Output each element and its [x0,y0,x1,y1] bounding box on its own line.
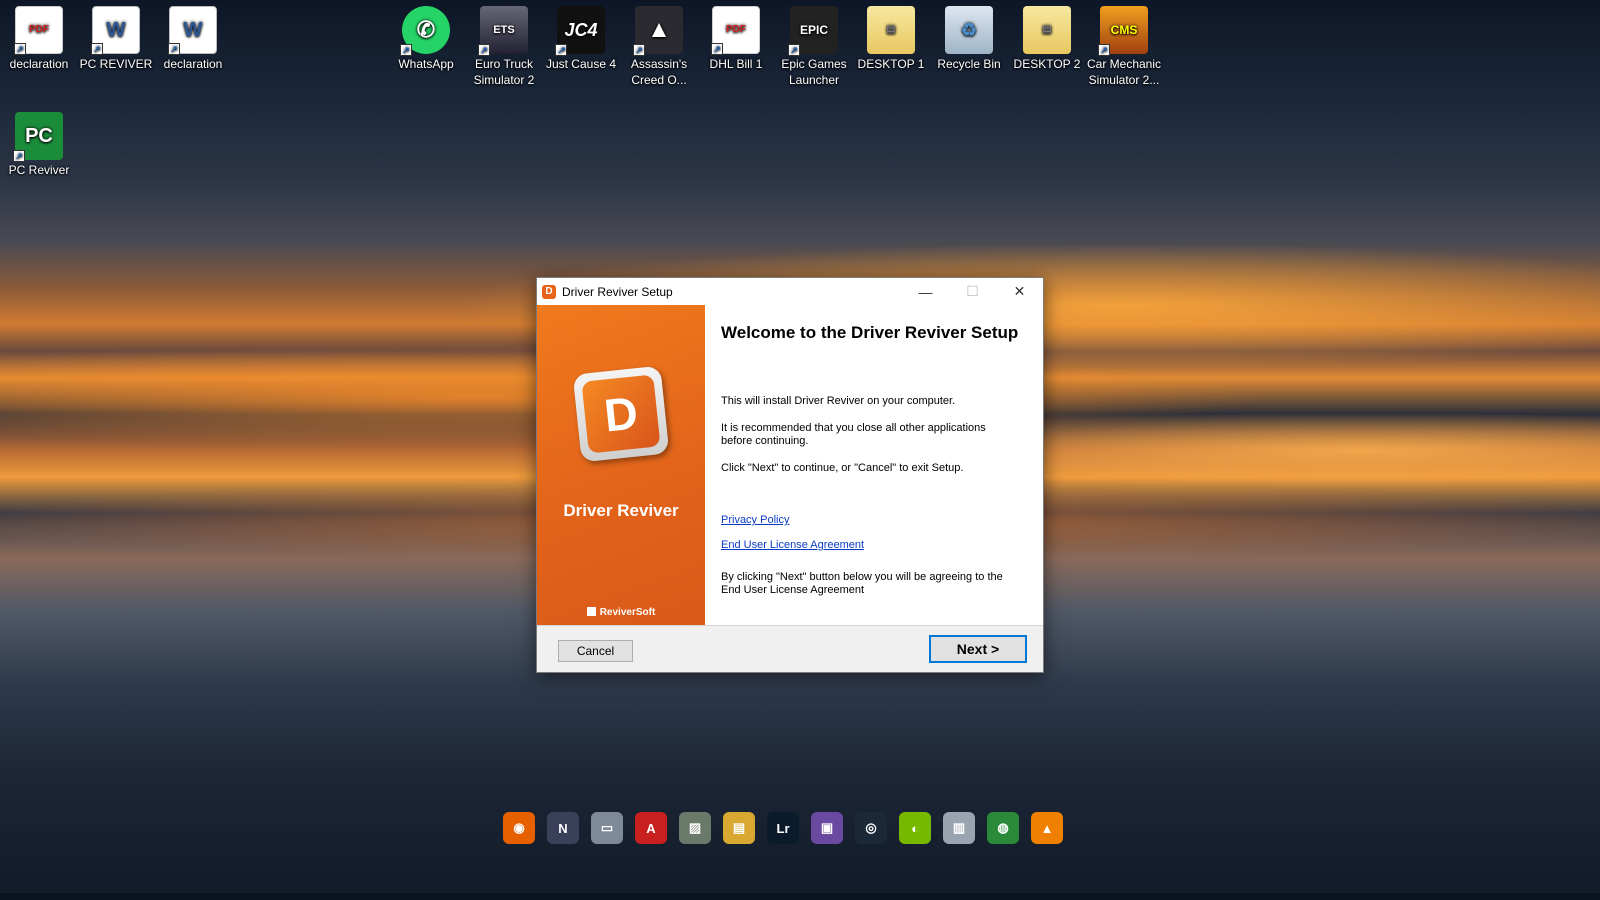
vendor-label: ReviverSoft [537,607,705,618]
desktop-icon-label: DHL Bill 1 [709,57,763,71]
welcome-content: Welcome to the Driver Reviver Setup This… [721,322,1021,596]
install-text: This will install Driver Reviver on your… [721,395,956,407]
nexus-icon[interactable]: N [547,812,579,844]
desktop-icon-recycle-bin[interactable]: ♻ Recycle Bin [930,2,1008,72]
driver-reviver-logo-icon: D [572,365,670,463]
desktop-icon-whatsapp[interactable]: ✆ ↗ WhatsApp [387,2,465,72]
desktop-icon-desktop-2[interactable]: ▤ DESKTOP 2 [1008,2,1086,72]
vendor-name: ReviverSoft [599,607,656,618]
shortcut-arrow-icon: ↗ [1098,44,1110,56]
recycle-bin-icon: ♻ [945,6,993,54]
just-cause-icon: JC4 ↗ [555,6,605,56]
folder-icon: ▤ [1023,6,1071,54]
folder-tree-icon[interactable]: ▤ [723,812,755,844]
shortcut-arrow-icon: ↗ [13,150,25,162]
trash-icon[interactable]: ▥ [943,812,975,844]
desktop-icon-declaration-pdf[interactable]: PDF ↗ declaration [0,2,78,72]
shortcut-arrow-icon: ↗ [400,44,412,56]
folder-icon: ▤ [867,6,915,54]
shortcut-arrow-icon: ↗ [91,43,103,55]
desktop-icon-label: Recycle Bin [937,57,1001,71]
pc-reviver-icon: PC ↗ [13,112,63,162]
desktop-icon-pc-reviver[interactable]: PC ↗ PC Reviver [0,108,78,178]
maximize-button: ☐ [966,283,979,299]
desktop-icon-dhl-bill[interactable]: PDF ↗ DHL Bill 1 [697,2,775,72]
recommend-text: It is recommended that you close all oth… [721,422,986,447]
welcome-heading: Welcome to the Driver Reviver Setup [721,323,1019,342]
dialog-title: Driver Reviver Setup [562,284,673,299]
brand-name: Driver Reviver [563,501,679,520]
agreement-text: By clicking "Next" button below you will… [721,571,1003,596]
whatsapp-icon: ✆ ↗ [400,6,450,56]
desktop-icon-label: PC Reviver [8,163,70,177]
eula-link[interactable]: End User License Agreement [721,539,864,551]
shortcut-arrow-icon: ↗ [633,44,645,56]
desktop-icon-label: DESKTOP 2 [1013,57,1081,71]
dialog-titlebar[interactable]: D Driver Reviver Setup — ☐ ✕ [537,278,1043,305]
epic-games-icon: EPIC ↗ [788,6,838,56]
acrobat-icon[interactable]: A [635,812,667,844]
drive-icon[interactable]: ▭ [591,812,623,844]
desktop-icon-euro-truck[interactable]: ETS ↗ Euro Truck Simulator 2 [465,2,543,88]
minimize-button[interactable]: — [902,278,949,305]
pdf-file-icon: PDF ↗ [14,6,63,55]
pdf-file-icon: PDF ↗ [711,6,760,55]
desktop-icon-car-mechanic[interactable]: CMS ↗ Car Mechanic Simulator 2... [1085,2,1163,88]
car-mechanic-icon: CMS ↗ [1098,6,1148,56]
desktop-icon-label: DESKTOP 1 [857,57,925,71]
word-document-icon: W ↗ [91,6,140,55]
driver-reviver-app-icon: D [542,284,556,299]
desktop-icon-label: declaration [163,57,223,71]
desktop-icon-label: PC REVIVER [79,57,153,71]
desktop-icon-just-cause[interactable]: JC4 ↗ Just Cause 4 [542,2,620,72]
desktop-icon-assassins-creed[interactable]: ▲ ↗ Assassin's Creed O... [620,2,698,88]
shortcut-arrow-icon: ↗ [711,43,723,55]
desktop-icon-label: Just Cause 4 [545,57,617,71]
desktop-icon-label: Epic Games Launcher [781,57,847,87]
vlc-icon[interactable]: ▲ [1031,812,1063,844]
desktop-icon-label: declaration [9,57,69,71]
desktop-icon-label: Car Mechanic Simulator 2... [1086,57,1162,87]
shortcut-arrow-icon: ↗ [14,43,26,55]
shortcut-arrow-icon: ↗ [478,44,490,56]
desktop-icon-pc-reviver-doc[interactable]: W ↗ PC REVIVER [77,2,155,72]
dock: ◉ N ▭ A ▨ ▤ Lr ▣ ◎ ◐ ▥ ◍ ▲ [503,812,1063,844]
firefox-icon[interactable]: ◉ [503,812,535,844]
image-viewer-icon[interactable]: ▨ [679,812,711,844]
screen-bottom-edge [0,893,1600,900]
desktop-icon-label: WhatsApp [398,57,454,71]
nvidia-icon[interactable]: ◐ [899,812,931,844]
word-document-icon: W ↗ [168,6,217,55]
lightroom-icon[interactable]: Lr [767,812,799,844]
setup-dialog: D Driver Reviver Setup — ☐ ✕ D Driver Re… [536,277,1044,673]
assassins-creed-icon: ▲ ↗ [633,6,683,56]
truck-game-icon: ETS ↗ [478,6,528,56]
shortcut-arrow-icon: ↗ [555,44,567,56]
desktop-icon-epic-games[interactable]: EPIC ↗ Epic Games Launcher [775,2,853,88]
chrome-icon[interactable]: ◍ [987,812,1019,844]
steam-icon[interactable]: ◎ [855,812,887,844]
cancel-button[interactable]: Cancel [558,640,633,662]
close-button[interactable]: ✕ [996,278,1043,305]
reviversoft-logo-icon [586,607,596,616]
monitor-icon[interactable]: ▣ [811,812,843,844]
shortcut-arrow-icon: ↗ [788,44,800,56]
next-button[interactable]: Next > [929,635,1027,663]
privacy-policy-link[interactable]: Privacy Policy [721,514,789,526]
brand-panel: D Driver Reviver ReviverSoft [537,305,705,625]
desktop-icon-declaration-doc[interactable]: W ↗ declaration [154,2,232,72]
desktop-icon-desktop-1[interactable]: ▤ DESKTOP 1 [852,2,930,72]
desktop-icon-label: Euro Truck Simulator 2 [473,57,535,87]
continue-text: Click "Next" to continue, or "Cancel" to… [721,462,964,474]
logo-letter: D [581,374,661,454]
desktop-icon-label: Assassin's Creed O... [630,57,688,87]
shortcut-arrow-icon: ↗ [168,43,180,55]
dialog-footer: Cancel Next > [537,625,1043,672]
